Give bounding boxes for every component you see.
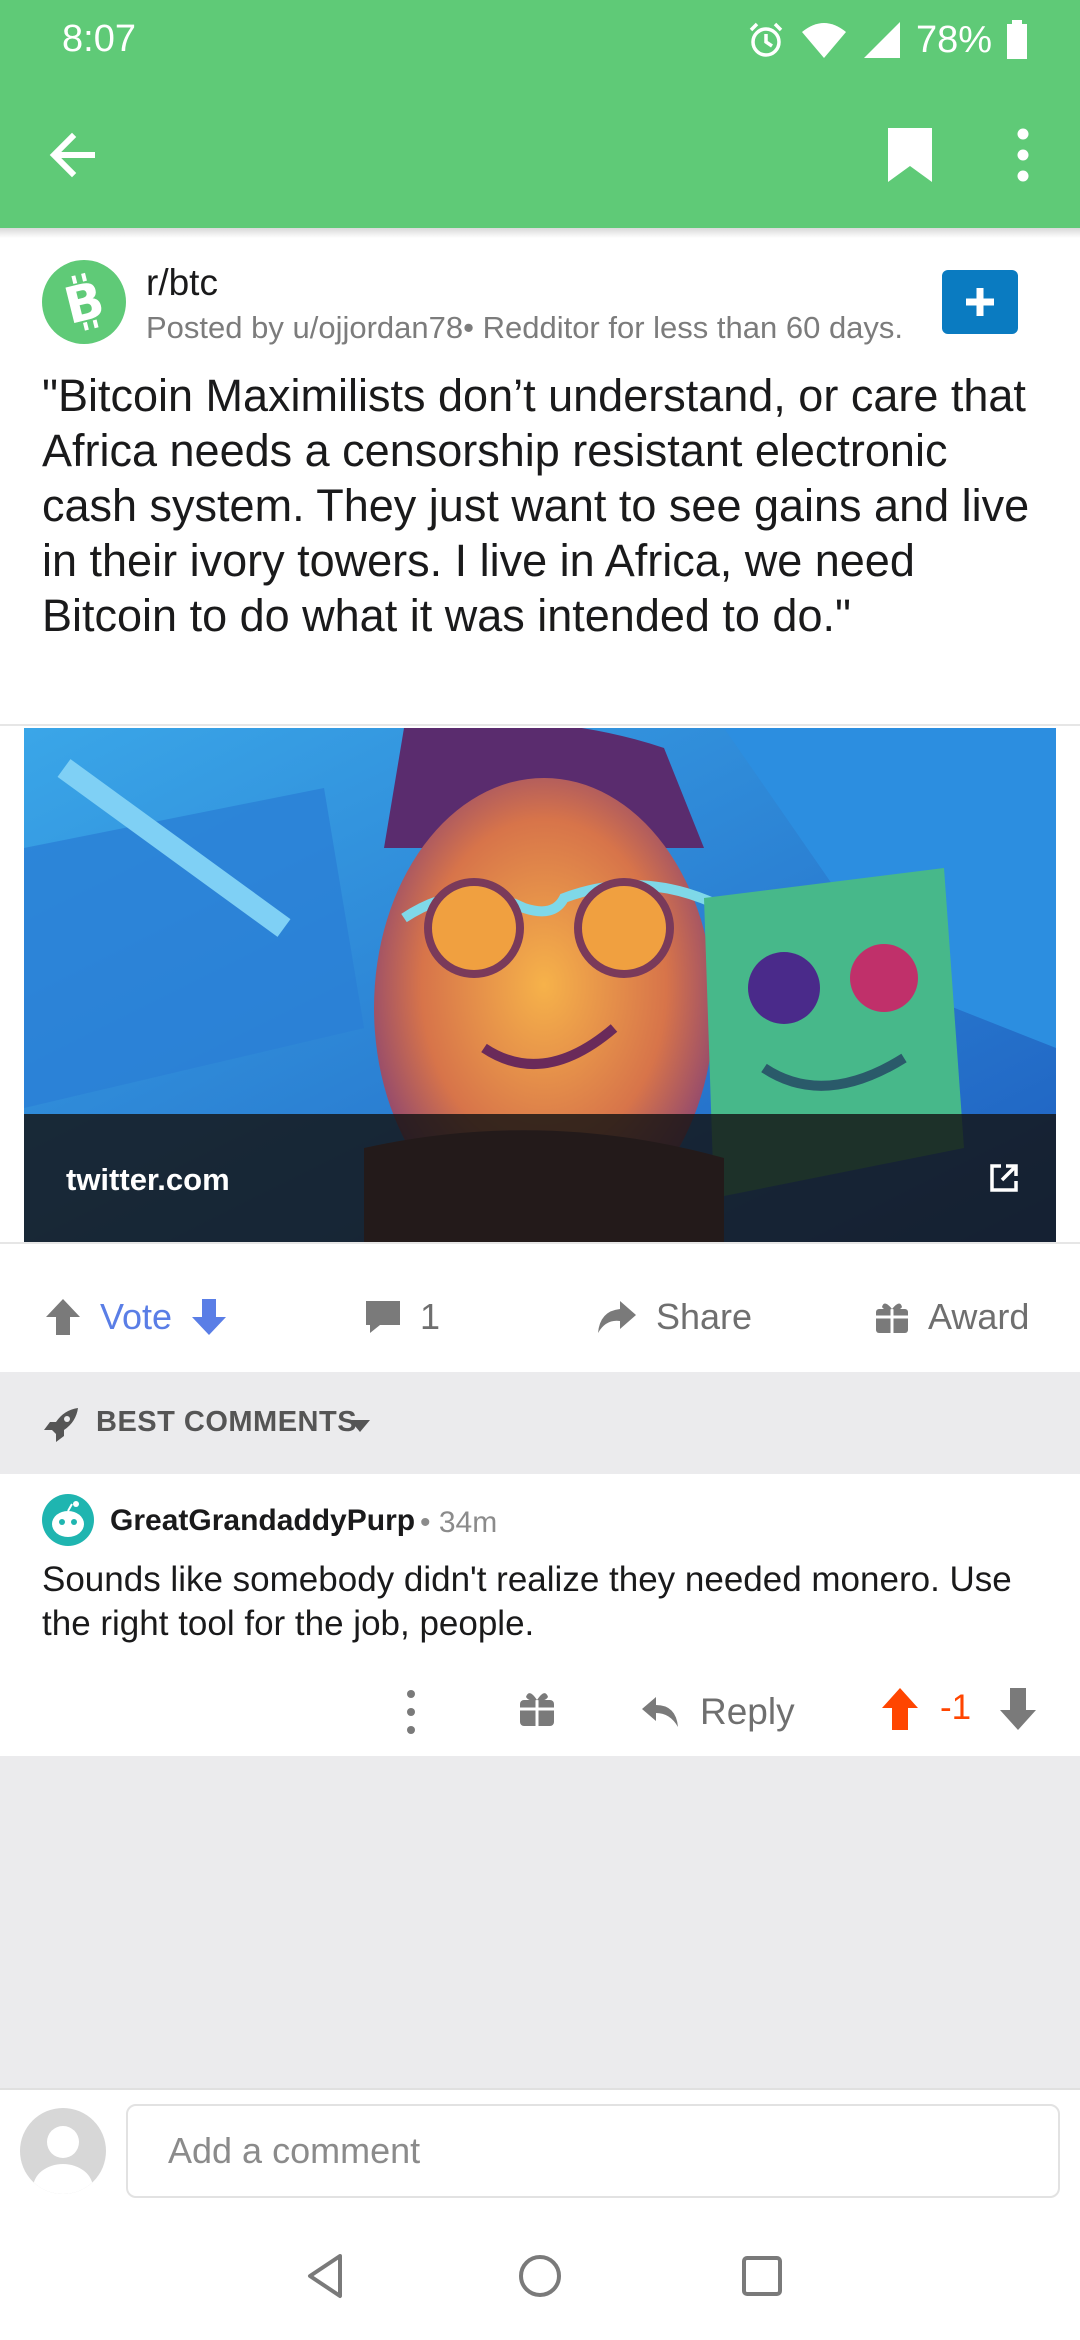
commenter-username[interactable]: GreatGrandaddyPurp — [110, 1504, 415, 1538]
system-nav-bar — [0, 2212, 1080, 2340]
comment-award-icon[interactable] — [518, 1688, 556, 1728]
status-bar: 8:07 78% — [0, 0, 1080, 80]
comment-upvote-icon[interactable] — [880, 1686, 920, 1732]
share-button[interactable]: Share — [596, 1262, 752, 1372]
subreddit-name[interactable]: r/btc — [146, 262, 218, 304]
user-avatar[interactable] — [20, 2108, 106, 2194]
back-arrow-icon[interactable] — [40, 122, 106, 188]
share-icon — [598, 1301, 636, 1333]
link-domain[interactable]: twitter.com — [66, 1162, 230, 1198]
status-icons: 78% — [746, 14, 1028, 66]
comment-actions: Reply -1 — [0, 1672, 1080, 1752]
battery-percent: 78% — [915, 18, 992, 61]
post-title: "Bitcoin Maximilists don’t understand, o… — [42, 370, 1030, 641]
link-preview[interactable]: twitter.com — [24, 728, 1056, 1242]
downvote-icon[interactable] — [190, 1297, 228, 1337]
comment-timestamp: • 34m — [420, 1506, 498, 1539]
comment-composer — [0, 2088, 1080, 2212]
comment-icon — [366, 1301, 400, 1333]
vote-control: Vote — [44, 1262, 228, 1372]
comments-button[interactable]: 1 — [364, 1262, 440, 1372]
comment-more-icon[interactable] — [396, 1684, 426, 1740]
comment-body: Sounds like somebody didn't realize they… — [42, 1560, 1012, 1643]
comment-score: -1 — [940, 1688, 972, 1727]
rocket-icon — [44, 1408, 78, 1442]
comment-input[interactable] — [126, 2104, 1060, 2198]
bitcoin-cash-icon: B — [59, 270, 110, 336]
plus-icon — [966, 288, 994, 316]
cell-signal-icon — [863, 22, 900, 58]
commenter-avatar[interactable] — [42, 1494, 94, 1546]
comments-empty-area — [0, 1756, 1080, 2088]
post-actions: Vote 1 Share Award — [0, 1262, 1080, 1372]
reply-label: Reply — [700, 1691, 795, 1732]
nav-back-icon[interactable] — [300, 2250, 352, 2302]
join-subreddit-button[interactable] — [942, 270, 1018, 334]
header-shadow — [0, 228, 1080, 238]
chevron-down-icon — [350, 1420, 370, 1432]
post-meta: Posted by u/ojjordan78• Redditor for les… — [146, 310, 904, 345]
external-link-icon[interactable] — [984, 1158, 1024, 1198]
app-header: 8:07 78% — [0, 0, 1080, 228]
reply-icon — [642, 1697, 678, 1727]
sort-label: BEST COMMENTS — [96, 1406, 358, 1438]
battery-icon — [1007, 20, 1027, 59]
alarm-icon — [749, 22, 783, 57]
overflow-menu-icon[interactable] — [1000, 122, 1046, 188]
nav-recents-icon[interactable] — [736, 2250, 788, 2302]
award-label: Award — [928, 1296, 1030, 1337]
award-button[interactable]: Award — [874, 1262, 1029, 1372]
subreddit-icon[interactable]: B — [42, 260, 126, 344]
nav-home-icon[interactable] — [514, 2250, 566, 2302]
snoo-avatar-icon — [52, 1501, 84, 1537]
gift-icon — [876, 1303, 908, 1333]
app-bar — [0, 100, 1080, 210]
comment-downvote-icon[interactable] — [998, 1686, 1038, 1732]
vote-label: Vote — [100, 1296, 173, 1337]
share-label: Share — [656, 1296, 753, 1337]
upvote-icon[interactable] — [44, 1297, 82, 1337]
comment-sort-bar[interactable]: BEST COMMENTS — [0, 1372, 1080, 1474]
user-avatar-icon — [33, 2126, 93, 2194]
reply-button[interactable]: Reply — [640, 1682, 795, 1742]
bookmark-icon[interactable] — [880, 122, 940, 188]
status-time: 8:07 — [62, 18, 136, 60]
comment-count: 1 — [420, 1296, 441, 1337]
wifi-icon — [801, 23, 846, 58]
